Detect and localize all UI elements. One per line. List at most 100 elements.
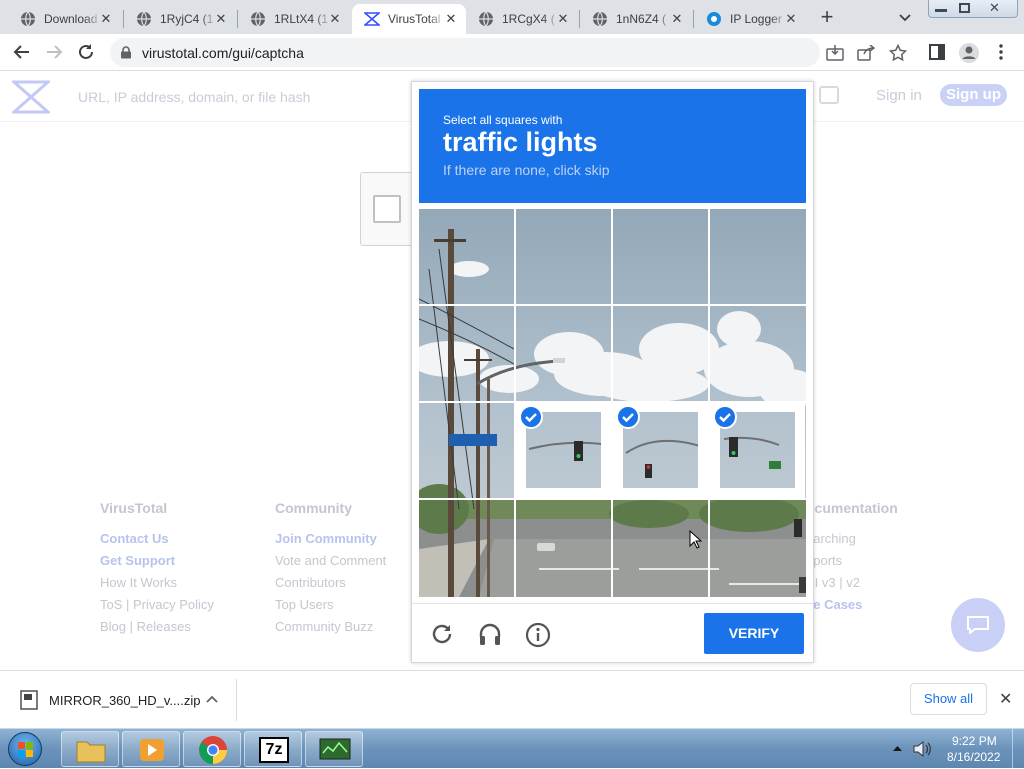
recaptcha-challenge: Select all squares with traffic lights I… [411,81,814,663]
more-menu-icon[interactable] [998,44,1004,60]
taskbar-file-explorer[interactable] [61,731,119,767]
footer-link[interactable]: Blog | Releases [100,619,191,634]
taskbar-media-player[interactable] [122,731,180,767]
volume-icon[interactable] [912,740,932,758]
tab-6[interactable]: 1nN6Z4 ( ✕ [580,4,692,34]
skip-hint: If there are none, click skip [443,162,610,178]
profile-avatar-icon[interactable] [958,42,980,64]
reload-icon[interactable] [430,622,454,646]
globe-icon [251,11,265,27]
close-tab-icon[interactable]: ✕ [784,12,798,26]
footer-heading: VirusTotal [100,500,168,516]
taskbar-chrome[interactable] [183,731,241,767]
reload-page-icon[interactable] [77,43,95,61]
info-icon[interactable] [525,622,551,648]
footer-heading: Community [275,500,352,516]
tab-title: Download [44,12,98,26]
close-tab-icon[interactable]: ✕ [99,12,113,26]
back-arrow-icon[interactable] [13,43,31,61]
grid-tile-2[interactable] [516,209,611,304]
footer-link[interactable]: se Cases [806,597,862,612]
footer-link[interactable]: Contributors [275,575,346,590]
footer-link[interactable]: PI v3 | v2 [806,575,860,590]
audio-icon[interactable] [477,621,503,647]
checkmark-icon [519,405,543,429]
windows-taskbar: 7z 9:22 PM 8/16/2022 [0,728,1024,769]
tab-title: VirusTotal [388,12,441,26]
footer-link[interactable]: Top Users [275,597,334,612]
tab-4-active[interactable]: VirusTotal ✕ [352,4,466,34]
minimize-icon[interactable] [935,9,947,12]
footer-heading: ocumentation [806,500,898,516]
globe-icon [593,11,607,27]
download-filename[interactable]: MIRROR_360_HD_v....zip [49,693,200,708]
close-window-icon[interactable]: ✕ [989,0,1000,16]
grid-tile-9[interactable] [419,403,514,498]
tab-search-chevron-icon[interactable] [898,10,912,24]
footer-link[interactable]: ToS | Privacy Policy [100,597,214,612]
footer-link[interactable]: Community Buzz [275,619,373,634]
tab-3[interactable]: 1RLtX4 (1 ✕ [238,4,350,34]
footer-divider [412,603,813,604]
tab-1[interactable]: Download ✕ [8,4,121,34]
share-icon[interactable] [857,45,875,61]
sign-up-button[interactable]: Sign up [940,84,1007,106]
new-tab-button[interactable]: + [816,4,838,30]
mouse-cursor-icon [689,530,703,549]
footer-link[interactable]: Vote and Comment [275,553,386,568]
grid-tile-5[interactable] [419,306,514,401]
grid-tile-1[interactable] [419,209,514,304]
grid-tile-3[interactable] [613,209,708,304]
close-tab-icon[interactable]: ✕ [556,12,570,26]
show-hidden-icons-icon[interactable] [893,745,902,751]
taskbar-7zip[interactable]: 7z [244,731,302,767]
footer-link[interactable]: Join Community [275,531,377,546]
tab-5[interactable]: 1RCgX4 ( ✕ [466,4,578,34]
close-tab-icon[interactable]: ✕ [328,12,342,26]
clock-date[interactable]: 8/16/2022 [947,750,1000,764]
search-input[interactable]: URL, IP address, domain, or file hash [78,89,310,105]
globe-icon [479,11,493,27]
grid-tile-16[interactable] [710,500,805,595]
chevron-up-icon[interactable] [206,695,218,703]
show-desktop-button[interactable] [1012,729,1024,769]
restore-icon[interactable] [959,3,970,13]
bookmark-star-icon[interactable] [889,44,907,62]
footer-link[interactable]: Get Support [100,553,175,568]
grid-tile-13[interactable] [419,500,514,595]
footer-link[interactable]: How It Works [100,575,177,590]
close-tab-icon[interactable]: ✕ [670,12,684,26]
lock-icon[interactable] [120,46,132,59]
install-app-icon[interactable] [826,45,844,61]
windows-orb-icon [8,732,42,766]
address-bar[interactable]: virustotal.com/gui/captcha [110,38,820,67]
grid-tile-7[interactable] [613,306,708,401]
virustotal-icon [364,12,380,26]
grid-tile-14[interactable] [516,500,611,595]
checkmark-icon [616,405,640,429]
side-panel-icon[interactable] [929,44,945,60]
taskbar-network-monitor[interactable] [305,731,363,767]
forward-arrow-icon[interactable] [45,43,63,61]
start-button[interactable] [2,730,48,768]
grid-tile-4[interactable] [710,209,805,304]
grid-tile-8[interactable] [710,306,805,401]
tab-7[interactable]: IP Logger ✕ [694,4,806,34]
tab-2[interactable]: 1RyjC4 (1 ✕ [124,4,236,34]
virustotal-logo-icon[interactable] [12,80,50,114]
close-tab-icon[interactable]: ✕ [214,12,228,26]
chat-icon[interactable] [819,86,839,104]
show-all-button[interactable]: Show all [910,683,987,715]
grid-tile-6[interactable] [516,306,611,401]
media-player-icon [140,739,164,761]
url-text: virustotal.com/gui/captcha [142,45,304,61]
clock-time[interactable]: 9:22 PM [952,734,997,748]
close-download-bar-icon[interactable]: ✕ [999,689,1012,709]
globe-icon [137,11,151,27]
sign-in-link[interactable]: Sign in [876,87,922,104]
footer-link[interactable]: Contact Us [100,531,169,546]
verify-button[interactable]: VERIFY [704,613,804,654]
close-tab-icon[interactable]: ✕ [444,12,458,26]
recaptcha-checkbox[interactable] [373,195,401,223]
chat-bubble-button[interactable] [951,598,1005,652]
